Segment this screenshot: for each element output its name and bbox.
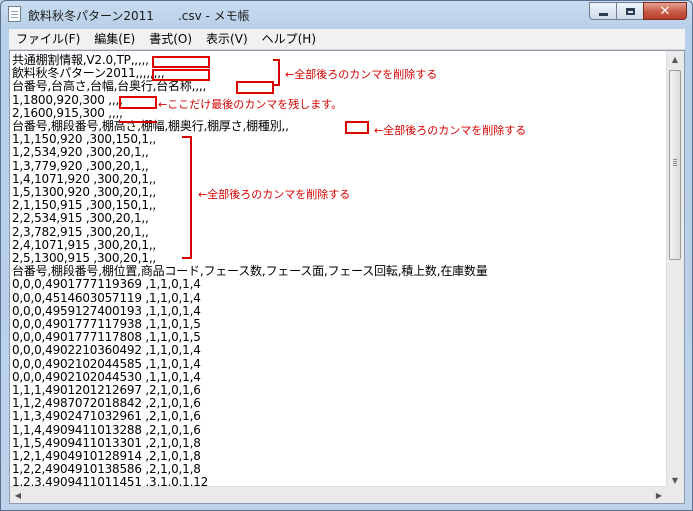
annotation-header-rows: ←全部後ろのカンマを削除する	[285, 68, 438, 81]
annotation-table1-last: ←ここだけ最後のカンマを残します。	[158, 98, 343, 111]
text-line: 1,1800,920,300 ,,,,	[12, 92, 123, 107]
scrollbar-corner	[667, 487, 684, 503]
annotation-table2-header: ←全部後ろのカンマを削除する	[374, 124, 527, 137]
text-line: 1,4,1071,920 ,300,20,1,,	[12, 171, 157, 186]
maximize-button[interactable]	[616, 2, 643, 20]
text-line: 0,0,0,4959127400193 ,1,1,0,1,4	[12, 303, 201, 318]
menu-format[interactable]: 書式(O)	[142, 29, 199, 49]
caption-buttons: ✕	[589, 2, 687, 21]
close-button[interactable]: ✕	[643, 2, 687, 20]
text-line: 1,1,2,4987072018842 ,2,1,0,1,6	[12, 396, 201, 411]
scroll-left-icon[interactable]: ◀	[10, 487, 26, 503]
text-line: 1,2,2,4904910138586 ,2,1,0,1,8	[12, 462, 201, 477]
text-line: 1,1,150,920 ,300,150,1,,	[12, 132, 157, 147]
text-line: 0,0,0,4901777117808 ,1,1,0,1,5	[12, 330, 201, 345]
text-line: 2,5,1300,915 ,300,20,1,,	[12, 251, 157, 265]
text-line: 2,4,1071,915 ,300,20,1,,	[12, 237, 157, 252]
annotation-bracket-table2-bottom	[182, 257, 192, 259]
horizontal-scrollbar[interactable]: ◀ ▶	[10, 486, 667, 503]
text-line: 1,1,4,4909411013288 ,2,1,0,1,6	[12, 422, 201, 437]
text-line: 1,2,534,920 ,300,20,1,,	[12, 145, 149, 160]
vertical-scrollbar[interactable]: ▲ ▼	[666, 51, 684, 488]
text-line: 0,0,0,4902102044585 ,1,1,0,1,4	[12, 356, 201, 371]
annotation-table2-rows: ←全部後ろのカンマを削除する	[198, 188, 351, 201]
text-line: 1,1,5,4909411013301 ,2,1,0,1,8	[12, 435, 201, 450]
highlight-underline-line5	[119, 121, 157, 123]
highlight-box-line3	[236, 81, 274, 94]
text-line: 台番号,棚段番号,棚位置,商品コード,フェース数,フェース面,フェース回転,積上…	[12, 264, 488, 279]
menu-edit[interactable]: 編集(E)	[87, 29, 142, 49]
minimize-icon	[598, 12, 608, 16]
highlight-box-line2	[152, 69, 210, 81]
text-line: 1,3,779,920 ,300,20,1,,	[12, 158, 149, 173]
menu-file[interactable]: ファイル(F)	[9, 29, 87, 49]
text-line: 1,5,1300,920 ,300,20,1,,	[12, 185, 157, 199]
text-line: 2,1600,915,300 ,,,,	[12, 105, 123, 120]
text-line: 2,2,534,915 ,300,20,1,,	[12, 211, 149, 226]
text-editor[interactable]: 共通棚割情報,V2.0,TP,,,,, 飲料秋冬パターン2011,,,,,,,, 台…	[9, 50, 685, 504]
scroll-down-icon[interactable]: ▼	[667, 472, 683, 488]
text-line: 0,0,0,4514603057119 ,1,1,0,1,4	[12, 290, 201, 305]
menu-view[interactable]: 表示(V)	[199, 29, 255, 49]
text-line: 0,0,0,4901777119369 ,1,1,0,1,4	[12, 277, 201, 292]
highlight-box-table2-header	[345, 121, 369, 134]
scroll-right-icon[interactable]: ▶	[651, 487, 667, 503]
notepad-icon	[8, 6, 21, 22]
annotation-bracket-bottom	[273, 84, 280, 86]
text-line: 台番号,台高さ,台幅,台奥行,台名称,,,,	[12, 79, 207, 94]
scroll-up-icon[interactable]: ▲	[667, 51, 683, 67]
text-line: 0,0,0,4901777117938 ,1,1,0,1,5	[12, 317, 201, 331]
title-bar[interactable]: 飲料秋冬パターン2011 .csv - メモ帳 ✕	[1, 1, 692, 29]
maximize-icon	[625, 7, 635, 15]
text-line: 1,1,3,4902471032961 ,2,1,0,1,6	[12, 409, 201, 424]
highlight-box-line4	[119, 96, 157, 109]
notepad-window: 飲料秋冬パターン2011 .csv - メモ帳 ✕ ファイル(F) 編集(E) …	[0, 0, 693, 511]
minimize-button[interactable]	[589, 2, 616, 20]
close-icon: ✕	[659, 3, 671, 19]
annotation-bracket-table2-vertical	[190, 136, 192, 259]
text-line: 1,2,1,4904910128914 ,2,1,0,1,8	[12, 449, 201, 463]
text-line: 2,3,782,915 ,300,20,1,,	[12, 224, 149, 239]
annotation-bracket-table2-top	[182, 136, 192, 138]
vertical-scroll-thumb[interactable]	[669, 70, 681, 260]
highlight-box-line1	[152, 56, 210, 68]
text-line: 2,1,150,915 ,300,150,1,,	[12, 198, 157, 213]
menu-bar: ファイル(F) 編集(E) 書式(O) 表示(V) ヘルプ(H)	[9, 29, 685, 50]
annotation-bracket-top	[273, 59, 280, 61]
window-title: 飲料秋冬パターン2011 .csv - メモ帳	[28, 9, 250, 23]
annotation-bracket-vertical	[278, 59, 280, 86]
text-content[interactable]: 共通棚割情報,V2.0,TP,,,,, 飲料秋冬パターン2011,,,,,,,, 台…	[11, 52, 667, 488]
text-line: 共通棚割情報,V2.0,TP,,,,,	[12, 53, 149, 67]
text-line: 1,1,1,4901201212697 ,2,1,0,1,6	[12, 383, 201, 397]
text-line: 0,0,0,4902210360492 ,1,1,0,1,4	[12, 343, 201, 358]
text-line: 0,0,0,4902102044530 ,1,1,0,1,4	[12, 369, 201, 384]
menu-help[interactable]: ヘルプ(H)	[255, 29, 323, 49]
